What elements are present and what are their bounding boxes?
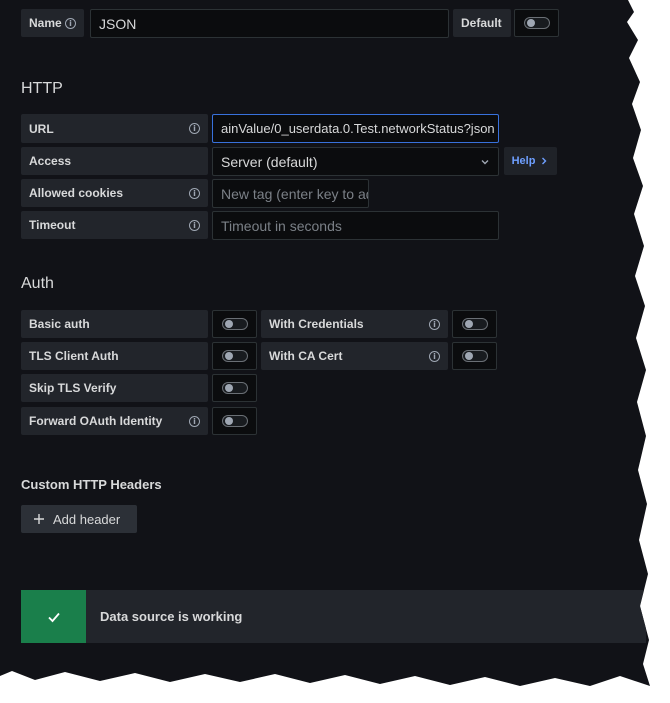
timeout-label-text: Timeout xyxy=(29,218,76,232)
default-toggle[interactable] xyxy=(514,9,559,37)
auth-section-title: Auth xyxy=(21,275,54,292)
url-label-text: URL xyxy=(29,121,54,136)
status-message: Data source is working xyxy=(100,609,243,624)
switch-knob xyxy=(224,417,233,425)
switch-knob xyxy=(224,384,233,392)
with-ca-cert-toggle[interactable] xyxy=(452,342,497,370)
name-input-value: JSON xyxy=(99,15,137,32)
with-credentials-switch[interactable] xyxy=(461,318,488,330)
info-icon[interactable]: i xyxy=(65,17,76,29)
with-credentials-toggle[interactable] xyxy=(452,310,497,338)
forward-oauth-switch[interactable] xyxy=(221,415,248,427)
access-select[interactable]: Server (default) xyxy=(212,147,499,176)
skip-tls-verify-label-text: Skip TLS Verify xyxy=(29,381,117,395)
allowed-cookies-input[interactable]: New tag (enter key to add) xyxy=(212,179,369,208)
basic-auth-label: Basic auth xyxy=(21,310,208,338)
info-icon[interactable]: i xyxy=(189,219,200,231)
basic-auth-switch[interactable] xyxy=(221,318,248,330)
default-label: Default xyxy=(453,9,511,37)
allowed-cookies-placeholder: New tag (enter key to add) xyxy=(221,185,368,202)
forward-oauth-toggle[interactable] xyxy=(212,407,257,435)
name-input[interactable]: JSON xyxy=(90,9,449,38)
http-section-title: HTTP xyxy=(21,80,63,97)
custom-headers-title: Custom HTTP Headers xyxy=(21,477,162,492)
info-icon[interactable]: i xyxy=(429,318,440,330)
switch-knob xyxy=(464,352,473,360)
forward-oauth-label-text: Forward OAuth Identity xyxy=(29,414,163,428)
timeout-placeholder: Timeout in seconds xyxy=(221,217,342,234)
default-label-text: Default xyxy=(461,16,502,30)
info-icon[interactable]: i xyxy=(189,187,200,199)
url-input[interactable]: ainValue/0_userdata.0.Test.networkStatus… xyxy=(212,114,499,143)
info-icon[interactable]: i xyxy=(429,350,440,362)
status-alert: Data source is working xyxy=(21,590,646,643)
check-icon xyxy=(47,612,60,622)
access-label-text: Access xyxy=(29,154,72,168)
datasource-settings-panel: Name i JSON Default HTTP URL i ainValue/… xyxy=(0,0,650,686)
chevron-right-icon xyxy=(542,157,547,165)
name-label-text: Name xyxy=(29,16,62,30)
default-switch[interactable] xyxy=(523,17,550,29)
timeout-input[interactable]: Timeout in seconds xyxy=(212,211,499,240)
chevron-down-icon xyxy=(481,159,489,164)
switch-knob xyxy=(224,320,233,328)
skip-tls-verify-label: Skip TLS Verify xyxy=(21,374,208,402)
with-credentials-label: With Credentials i xyxy=(261,310,448,338)
tls-client-auth-label-text: TLS Client Auth xyxy=(29,349,119,363)
skip-tls-verify-switch[interactable] xyxy=(221,382,248,394)
allowed-cookies-label: Allowed cookies i xyxy=(21,179,208,207)
basic-auth-label-text: Basic auth xyxy=(29,317,90,331)
switch-knob xyxy=(526,19,535,27)
tls-client-auth-toggle[interactable] xyxy=(212,342,257,370)
info-icon[interactable]: i xyxy=(189,123,200,134)
access-label: Access xyxy=(21,147,208,175)
access-select-value: Server (default) xyxy=(221,153,318,170)
switch-knob xyxy=(464,320,473,328)
with-ca-cert-switch[interactable] xyxy=(461,350,488,362)
with-ca-cert-label-text: With CA Cert xyxy=(269,349,343,363)
allowed-cookies-label-text: Allowed cookies xyxy=(29,186,124,200)
add-header-label: Add header xyxy=(53,511,121,527)
url-label: URL i xyxy=(21,114,208,143)
skip-tls-verify-toggle[interactable] xyxy=(212,374,257,402)
help-button[interactable]: Help xyxy=(504,147,557,175)
url-input-value: ainValue/0_userdata.0.Test.networkStatus… xyxy=(221,121,495,136)
with-credentials-label-text: With Credentials xyxy=(269,317,364,331)
add-header-button[interactable]: Add header xyxy=(21,505,137,533)
switch-knob xyxy=(224,352,233,360)
timeout-label: Timeout i xyxy=(21,211,208,239)
status-alert-icon-box xyxy=(21,590,86,643)
name-label: Name i xyxy=(21,9,84,37)
basic-auth-toggle[interactable] xyxy=(212,310,257,338)
with-ca-cert-label: With CA Cert i xyxy=(261,342,448,370)
forward-oauth-label: Forward OAuth Identity i xyxy=(21,407,208,435)
info-icon[interactable]: i xyxy=(189,415,200,427)
plus-icon xyxy=(34,514,44,524)
help-button-label: Help xyxy=(511,155,536,167)
tls-client-auth-switch[interactable] xyxy=(221,350,248,362)
tls-client-auth-label: TLS Client Auth xyxy=(21,342,208,370)
